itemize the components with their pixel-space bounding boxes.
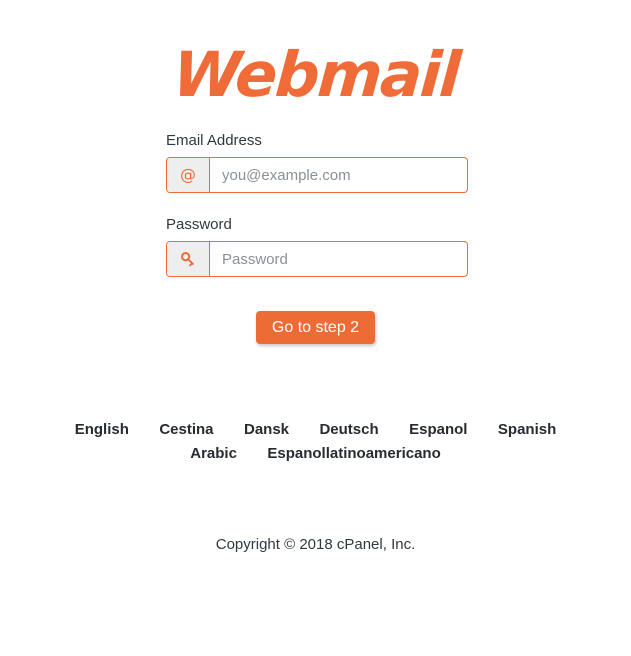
- login-form: Email Address @ Password: [166, 131, 468, 277]
- language-link[interactable]: Dansk: [244, 418, 289, 442]
- language-link[interactable]: English: [75, 418, 129, 442]
- field-spacer: [166, 193, 468, 215]
- at-sign-icon: @: [167, 158, 210, 192]
- language-link[interactable]: Espanollatinoamericano: [267, 442, 440, 466]
- language-selector: English Cestina Dansk Deutsch Espanol Sp…: [45, 418, 586, 466]
- language-link[interactable]: Spanish: [498, 418, 556, 442]
- copyright-text: Copyright © 2018 cPanel, Inc.: [215, 536, 416, 553]
- language-link[interactable]: Cestina: [159, 418, 213, 442]
- email-input-group[interactable]: @: [166, 157, 468, 193]
- language-link[interactable]: Deutsch: [319, 418, 378, 442]
- language-link[interactable]: Espanol: [409, 418, 467, 442]
- password-input-group[interactable]: [166, 241, 468, 277]
- email-field-label: Email Address: [166, 132, 262, 149]
- submit-row: Go to step 2: [0, 311, 631, 344]
- brand-logo-text: Webmail: [170, 38, 461, 111]
- brand-logo: Webmail: [0, 38, 631, 112]
- key-icon: [167, 242, 210, 276]
- email-input[interactable]: [210, 158, 467, 192]
- language-link[interactable]: Arabic: [190, 442, 237, 466]
- go-to-step-2-button[interactable]: Go to step 2: [255, 311, 376, 344]
- password-field-label: Password: [166, 216, 232, 233]
- password-input[interactable]: [210, 242, 467, 276]
- login-page: Webmail Email Address @ Password: [0, 0, 631, 656]
